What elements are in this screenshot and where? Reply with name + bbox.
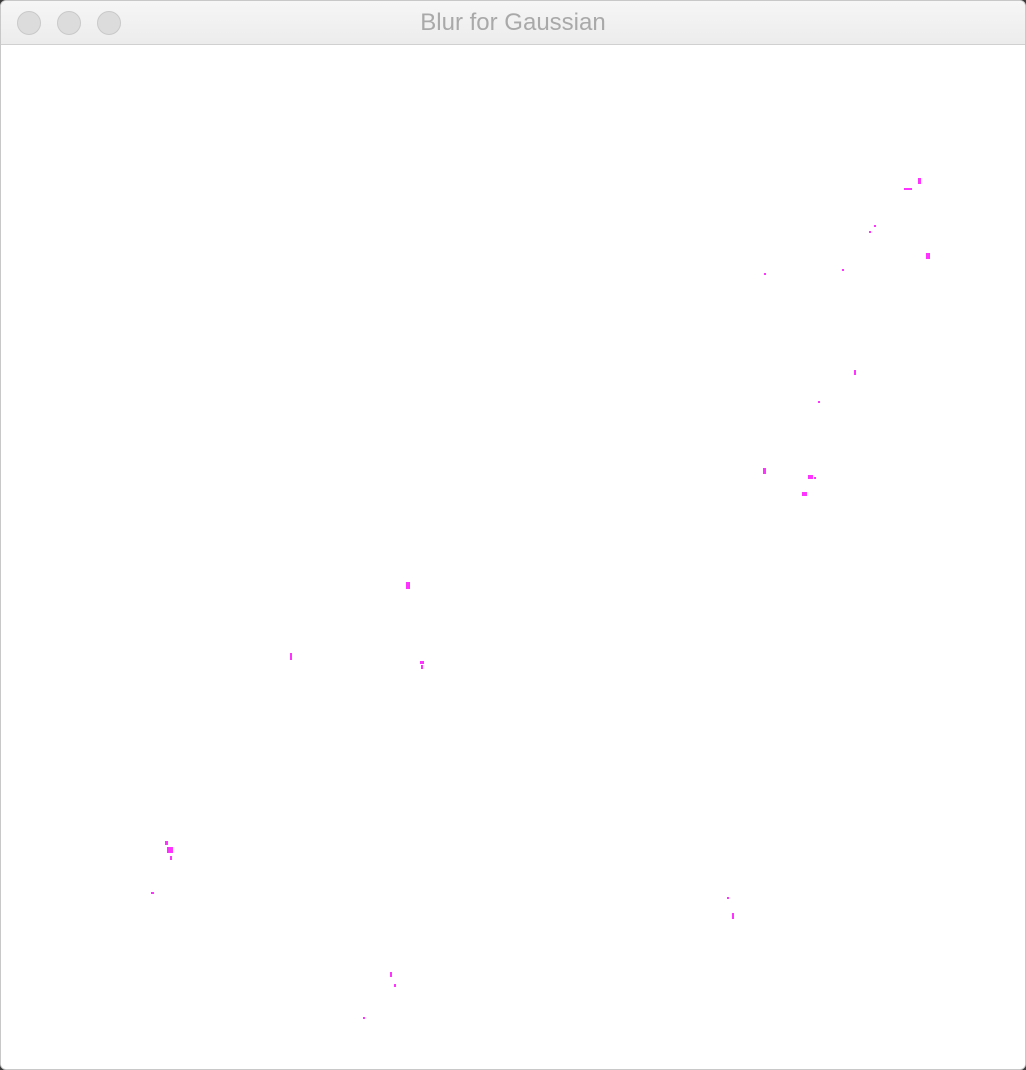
noise-dot [869, 231, 871, 233]
noise-dot [290, 653, 292, 660]
noise-dot [874, 225, 876, 227]
noise-dot [170, 856, 172, 860]
noise-dot [420, 661, 424, 664]
noise-dot [764, 273, 766, 275]
noise-dot [727, 897, 729, 899]
noise-dot [926, 253, 930, 259]
noise-dot [904, 188, 912, 190]
noise-dot [732, 913, 734, 919]
blurred-image [151, 178, 930, 1019]
noise-dot [802, 492, 807, 496]
noise-dot [763, 468, 766, 474]
noise-dot [854, 370, 856, 375]
noise-dot [818, 401, 820, 403]
noise-dot [842, 269, 844, 271]
app-window: Blur for Gaussian [0, 0, 1026, 1070]
image-canvas [1, 45, 1025, 1069]
noise-dot [808, 475, 813, 479]
noise-dot [167, 847, 173, 853]
noise-dot [165, 841, 168, 845]
noise-dot [406, 582, 410, 589]
noise-dot [390, 972, 392, 977]
window-title: Blur for Gaussian [420, 9, 606, 36]
noise-dot [421, 665, 423, 669]
noise-dot [918, 178, 921, 184]
noise-dot [394, 984, 396, 987]
noise-dot [151, 892, 154, 894]
noise-dot [363, 1017, 365, 1019]
title-bar[interactable]: Blur for Gaussian [1, 1, 1025, 45]
noise-dot [814, 477, 816, 479]
